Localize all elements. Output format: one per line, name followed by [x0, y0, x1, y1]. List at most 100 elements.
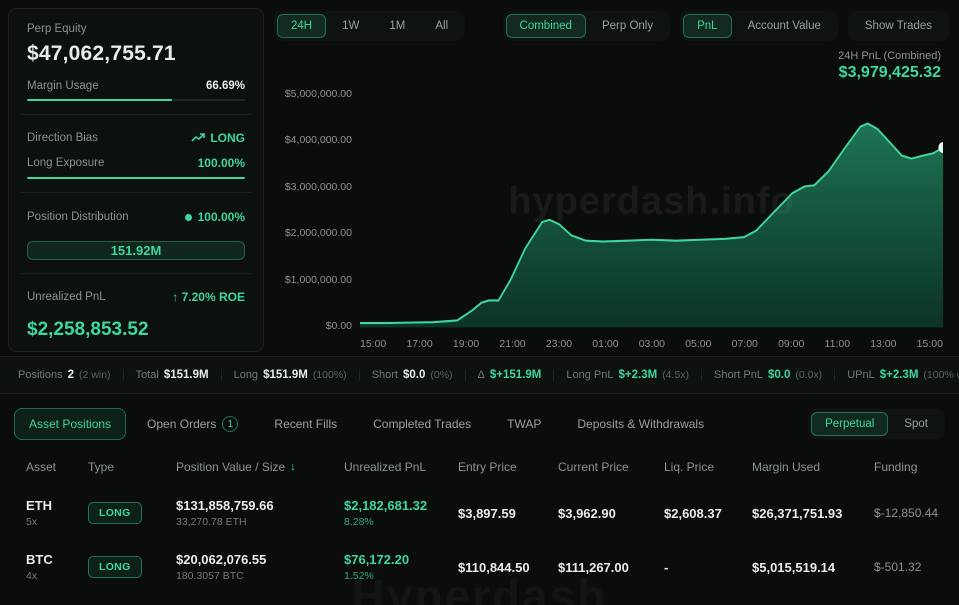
range-1m[interactable]: 1M	[375, 14, 419, 38]
col-header-unrealized-pnl[interactable]: Unrealized PnL	[344, 460, 458, 474]
show-trades-group: Show Trades	[847, 11, 949, 41]
y-tick: $0.00	[325, 319, 352, 332]
time-range-tabs: 24H 1W 1M All	[274, 11, 466, 41]
chart-end-marker	[938, 142, 943, 153]
unrealized-pnl-roe: 7.20% ROE	[181, 289, 245, 304]
positions-table: Asset Type Position Value / Size ↓ Unrealize…	[14, 448, 945, 594]
long-dot-icon	[184, 213, 192, 221]
pnl-chart-panel: 24H 1W 1M All Combined Perp Only PnL Account …	[268, 0, 959, 356]
account-summary-panel: Perp Equity $47,062,755.71 Margin Usage …	[8, 8, 264, 352]
market-toggle: Perpetual Spot	[808, 409, 945, 439]
x-tick: 15:00	[360, 338, 387, 350]
tab-open-orders[interactable]: Open Orders 1	[132, 407, 253, 441]
chart-toolbar: 24H 1W 1M All Combined Perp Only PnL Account …	[274, 8, 949, 44]
pnl-chart[interactable]: $5,000,000.00 $4,000,000.00 $3,000,000.00 $…	[274, 86, 949, 356]
chart-y-axis: $5,000,000.00 $4,000,000.00 $3,000,000.00 $…	[274, 88, 352, 332]
view-account-value[interactable]: Account Value	[734, 14, 835, 38]
col-header-margin-used[interactable]: Margin Used	[752, 460, 874, 474]
stat-long: Long $151.9M (100%)	[220, 369, 359, 381]
chart-x-axis: 15:00 17:00 19:00 21:00 23:00 01:00 03:00 05:00…	[360, 338, 943, 354]
liq-cell: $2,608.37	[664, 505, 722, 521]
margin-usage-value: 66.69%	[205, 80, 245, 92]
col-header-entry-price[interactable]: Entry Price	[458, 460, 558, 474]
position-distribution-value: 100.00%	[197, 209, 245, 224]
y-tick: $2,000,000.00	[284, 227, 352, 240]
range-24h[interactable]: 24H	[277, 14, 327, 38]
range-1w[interactable]: 1W	[328, 14, 373, 38]
long-exposure-fill	[27, 177, 245, 180]
perp-equity-value: $47,062,755.71	[27, 42, 176, 65]
pnl-area-chart	[360, 122, 943, 328]
x-tick: 17:00	[406, 338, 433, 350]
y-tick: $4,000,000.00	[284, 134, 352, 147]
x-tick: 09:00	[778, 338, 805, 350]
col-header-type[interactable]: Type	[88, 460, 176, 474]
col-header-position-value-size[interactable]: Position Value / Size ↓	[176, 460, 344, 474]
combined-perp-toggle: Combined Perp Only	[502, 11, 671, 41]
margin-cell: $26,371,751.93	[752, 505, 843, 521]
funding-cell: $-12,850.44	[874, 506, 939, 520]
margin-usage-fill	[27, 99, 173, 101]
position-tabs: Asset Positions Open Orders 1 Recent Fills C…	[14, 407, 719, 441]
tab-recent-fills[interactable]: Recent Fills	[259, 408, 352, 440]
x-tick: 01:00	[592, 338, 619, 350]
current-cell: $3,962.90	[558, 505, 616, 521]
col-header-liq-price[interactable]: Liq. Price	[664, 460, 752, 474]
unrealized-pnl-label: Unrealized PnL	[27, 290, 106, 303]
x-tick: 19:00	[452, 338, 480, 350]
tab-deposits-withdrawals[interactable]: Deposits & Withdrawals	[562, 408, 719, 440]
x-tick: 11:00	[824, 338, 851, 350]
position-row-eth[interactable]: ETH 5x LONG $131,858,759.66 33,270.78 ETH $2,…	[14, 486, 945, 540]
x-tick: 05:00	[685, 338, 712, 350]
tab-twap[interactable]: TWAP	[492, 408, 556, 440]
y-tick: $5,000,000.00	[284, 88, 352, 100]
x-tick: 07:00	[731, 338, 758, 350]
funding-cell: $-501.32	[874, 560, 922, 574]
long-exposure-value: 100.00%	[197, 156, 245, 171]
tab-completed-trades[interactable]: Completed Trades	[358, 408, 486, 440]
position-row-btc[interactable]: BTC 4x LONG $20,062,076.55 180.3057 BTC $76,1…	[14, 540, 945, 594]
stat-short: Short $0.0 (0%)	[358, 369, 465, 381]
stat-total: Total $151.9M	[122, 369, 221, 381]
long-exposure-label: Long Exposure	[27, 157, 105, 170]
long-exposure-bar	[27, 177, 245, 180]
x-tick: 15:00	[916, 338, 943, 350]
type-badge: LONG	[88, 502, 142, 524]
col-header-funding[interactable]: Funding	[874, 460, 933, 474]
mode-perp-only[interactable]: Perp Only	[588, 14, 667, 38]
stat-long-pnl: Long PnL $+2.3M (4.5x)	[553, 369, 701, 381]
margin-cell: $5,015,519.14	[752, 559, 836, 575]
view-pnl[interactable]: PnL	[683, 14, 732, 38]
entry-cell: $110,844.50	[458, 559, 530, 575]
position-distribution-bar[interactable]: 151.92M	[27, 240, 245, 260]
y-tick: $3,000,000.00	[284, 180, 352, 193]
x-tick: 23:00	[545, 338, 573, 350]
current-cell: $111,267.00	[558, 559, 629, 575]
market-spot[interactable]: Spot	[890, 412, 942, 436]
hyperdash-dashboard: Perp Equity $47,062,755.71 Margin Usage …	[0, 0, 959, 605]
type-badge: LONG	[88, 556, 142, 578]
tab-asset-positions[interactable]: Asset Positions	[14, 408, 127, 440]
stat-short-pnl: Short PnL $0.0 (0.0x)	[701, 369, 834, 381]
liq-cell: -	[664, 559, 669, 575]
col-header-asset[interactable]: Asset	[26, 460, 88, 474]
trend-up-icon	[191, 133, 206, 143]
pnl-readout: 24H PnL (Combined) $3,979,425.32	[274, 44, 949, 84]
position-tabs-row: Asset Positions Open Orders 1 Recent Fills C…	[14, 404, 945, 444]
pnl-account-toggle: PnL Account Value	[680, 11, 838, 41]
pnl-readout-value: $3,979,425.32	[838, 64, 941, 81]
unrealized-pnl-value: $2,258,853.52	[27, 318, 149, 340]
x-tick: 13:00	[870, 338, 897, 350]
mode-combined[interactable]: Combined	[505, 14, 586, 38]
top-section: Perp Equity $47,062,755.71 Margin Usage …	[0, 0, 959, 356]
col-header-current-price[interactable]: Current Price	[558, 460, 664, 474]
market-perpetual[interactable]: Perpetual	[811, 412, 889, 436]
button-show-trades[interactable]: Show Trades	[851, 14, 946, 38]
table-body: ETH 5x LONG $131,858,759.66 33,270.78 ETH $2,…	[14, 486, 945, 594]
direction-bias-value: LONG	[210, 131, 245, 146]
chart-plot: hyperdash.info	[360, 92, 943, 332]
position-distribution-label: Position Distribution	[27, 210, 129, 223]
range-all[interactable]: All	[421, 14, 462, 38]
direction-bias-label: Direction Bias	[27, 132, 98, 145]
arrow-up-icon: ↑	[172, 289, 182, 304]
